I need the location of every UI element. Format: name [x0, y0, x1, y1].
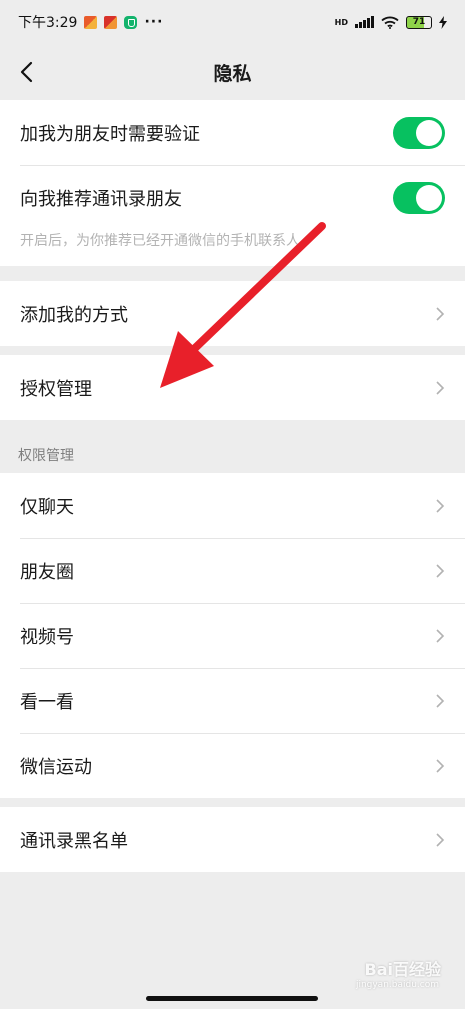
battery-level: 71: [412, 17, 426, 27]
recommend-contacts-toggle[interactable]: [393, 181, 445, 214]
permission-channels-label: 视频号: [20, 626, 74, 648]
add-methods-row[interactable]: 添加我的方式: [0, 281, 465, 346]
notification-app-icon: [84, 15, 98, 29]
recommend-contacts-row: 向我推荐通讯录朋友: [0, 165, 465, 230]
contacts-blacklist-label: 通讯录黑名单: [20, 830, 128, 852]
permission-channels-row[interactable]: 视频号: [0, 603, 465, 668]
auth-group: 授权管理: [0, 355, 465, 420]
signal-icon: [355, 16, 374, 28]
contacts-blacklist-row[interactable]: 通讯录黑名单: [0, 807, 465, 872]
status-left: 下午3:29 ···: [18, 12, 163, 32]
add-methods-group: 添加我的方式: [0, 281, 465, 346]
chevron-right-icon: [436, 306, 445, 321]
recommend-contacts-hint: 开启后，为你推荐已经开通微信的手机联系人。: [20, 233, 314, 249]
status-bar: 下午3:29 ··· HD 71: [0, 0, 465, 44]
permission-moments-label: 朋友圈: [20, 561, 74, 583]
charging-icon: [439, 15, 447, 29]
chevron-right-icon: [436, 758, 445, 773]
auth-management-label: 授权管理: [20, 378, 92, 400]
recommend-contacts-label: 向我推荐通讯录朋友: [20, 188, 182, 210]
add-methods-label: 添加我的方式: [20, 304, 128, 326]
permission-top-stories-row[interactable]: 看一看: [0, 668, 465, 733]
home-indicator[interactable]: [146, 996, 318, 1001]
chevron-right-icon: [436, 498, 445, 513]
status-right: HD 71: [334, 15, 447, 29]
wifi-icon: [381, 16, 399, 29]
permission-moments-row[interactable]: 朋友圈: [0, 538, 465, 603]
permissions-group: 仅聊天 朋友圈 视频号 看一看 微信运动: [0, 473, 465, 798]
permission-werun-label: 微信运动: [20, 756, 92, 778]
verify-friend-row: 加我为朋友时需要验证: [0, 100, 465, 165]
page-title: 隐私: [213, 62, 252, 85]
status-time: 下午3:29: [18, 15, 78, 31]
toggle-knob: [416, 184, 442, 211]
hd-indicator: HD: [334, 17, 348, 27]
chevron-right-icon: [436, 563, 445, 578]
verify-friend-label: 加我为朋友时需要验证: [20, 123, 200, 145]
more-notifications-icon: ···: [144, 14, 164, 30]
navigation-bar: 隐私: [0, 44, 465, 100]
watermark-text: Bai百经验: [364, 960, 441, 979]
chevron-right-icon: [436, 693, 445, 708]
chevron-right-icon: [436, 832, 445, 847]
auth-management-row[interactable]: 授权管理: [0, 355, 465, 420]
notification-shield-icon: [124, 15, 138, 29]
permission-werun-row[interactable]: 微信运动: [0, 733, 465, 798]
chevron-right-icon: [436, 380, 445, 395]
toggle-knob: [416, 119, 442, 146]
baidu-watermark: Bai百经验: [365, 956, 441, 980]
chevron-right-icon: [436, 628, 445, 643]
permission-chat-only-row[interactable]: 仅聊天: [0, 473, 465, 538]
back-icon[interactable]: [14, 58, 42, 86]
blacklist-group: 通讯录黑名单: [0, 807, 465, 872]
permission-chat-only-label: 仅聊天: [20, 496, 74, 518]
battery-icon: 71: [406, 15, 432, 29]
verify-friend-toggle[interactable]: [393, 116, 445, 149]
permissions-section-header: 权限管理: [18, 448, 74, 464]
permission-top-stories-label: 看一看: [20, 691, 74, 713]
notification-app-icon: [104, 15, 118, 29]
friend-settings-group: 加我为朋友时需要验证 向我推荐通讯录朋友 开启后，为你推荐已经开通微信的手机联系…: [0, 100, 465, 266]
watermark-url: jingyan.baidu.com: [355, 980, 439, 990]
